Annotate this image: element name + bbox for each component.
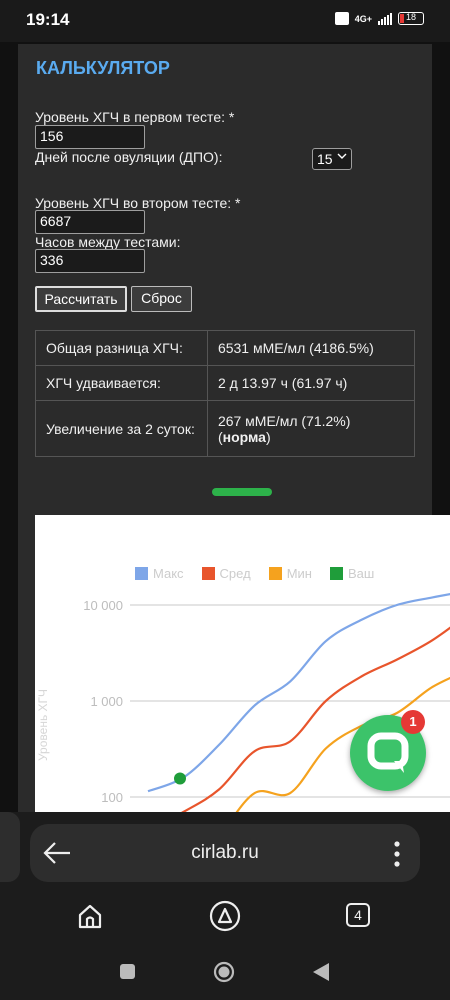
y-tick-label: 1 000 (90, 694, 123, 709)
legend-label: Макс (153, 566, 184, 581)
result-label: Увеличение за 2 суток: (35, 400, 208, 457)
calculator-title: КАЛЬКУЛЯТОР (36, 58, 170, 78)
url-text[interactable]: cirlab.ru (30, 842, 420, 864)
result-value-cell: 267 мМЕ/мл (71.2%) (норма) (206, 400, 416, 457)
legend-item-avg: Сред (201, 566, 251, 581)
table-row: Общая разница ХГЧ: 6531 мМЕ/мл (4186.5%) (35, 330, 416, 366)
result-label: ХГЧ удваивается: (35, 365, 208, 401)
network-type-label: 4G+ (354, 13, 372, 24)
table-row: Увеличение за 2 суток: 267 мМЕ/мл (71.2%… (35, 400, 416, 457)
test1-input[interactable]: 156 (35, 125, 145, 149)
legend-label: Сред (219, 566, 251, 581)
results-table: Общая разница ХГЧ: 6531 мМЕ/мл (4186.5%)… (35, 330, 416, 457)
dpo-label: Дней после овуляции (ДПО): (35, 149, 223, 165)
battery-icon: 18 (398, 12, 424, 25)
volte-icon (334, 12, 349, 25)
address-bar[interactable]: cirlab.ru (30, 824, 420, 882)
dpo-select-value: 15 (317, 151, 333, 167)
table-row: ХГЧ удваивается: 2 д 13.97 ч (61.97 ч) (35, 365, 416, 401)
legend-item-yours: Ваш (329, 566, 375, 581)
chat-notification-badge: 1 (401, 710, 425, 734)
alice-assistant-icon[interactable] (209, 900, 241, 932)
more-vert-icon[interactable] (394, 841, 400, 867)
previous-tab-preview[interactable] (0, 812, 20, 882)
home-icon[interactable] (76, 902, 104, 930)
browser-bottom-nav: 4 (0, 882, 450, 952)
status-icons: 4G+ 18 (334, 12, 424, 25)
result-value: 6531 мМЕ/мл (4186.5%) (206, 330, 416, 366)
chevron-down-icon (337, 151, 347, 164)
legend-label: Мин (286, 566, 312, 581)
test1-label: Уровень ХГЧ в первом тесте: * (35, 109, 235, 125)
reset-button[interactable]: Сброс (131, 286, 192, 312)
system-navigation-bar (0, 948, 450, 1000)
battery-level: 18 (405, 12, 416, 22)
home-circle-icon[interactable] (213, 961, 235, 983)
status-close: ) (265, 428, 271, 445)
test2-input[interactable]: 6687 (35, 210, 145, 234)
signal-icon (378, 12, 392, 25)
dpo-select[interactable]: 15 (312, 148, 352, 170)
legend-label: Ваш (347, 566, 375, 581)
status-bar: 19:14 4G+ 18 (0, 0, 450, 42)
status-time: 19:14 (26, 10, 70, 29)
result-value: 267 мМЕ/мл (71.2%) (217, 412, 351, 429)
web-page: КАЛЬКУЛЯТОР Уровень ХГЧ в первом тесте: … (0, 42, 450, 855)
result-label: Общая разница ХГЧ: (35, 330, 208, 366)
test2-label: Уровень ХГЧ во втором тесте: * (35, 195, 241, 211)
back-triangle-icon[interactable] (312, 962, 330, 982)
recents-icon[interactable] (120, 964, 135, 979)
hours-label: Часов между тестами: (35, 234, 181, 250)
legend-item-max: Макс (135, 566, 184, 581)
calculate-button[interactable]: Рассчитать (35, 286, 127, 312)
hcg-chart: 10 000 1 000 100 Уровень ХГЧ Макс Сред Мин … (35, 515, 450, 855)
status-badge: норма (222, 428, 266, 445)
y-axis-label: Уровень ХГЧ (36, 689, 50, 761)
your-value-point (174, 772, 186, 785)
tabs-count-button[interactable]: 4 (346, 903, 370, 927)
legend-item-min: Мин (268, 566, 312, 581)
y-tick-label: 100 (101, 790, 123, 805)
result-value: 2 д 13.97 ч (61.97 ч) (206, 365, 416, 401)
highlight-underline (212, 488, 272, 496)
y-tick-label: 10 000 (83, 598, 123, 613)
hours-input[interactable]: 336 (35, 249, 145, 273)
chart-legend: Макс Сред Мин Ваш (135, 566, 374, 581)
